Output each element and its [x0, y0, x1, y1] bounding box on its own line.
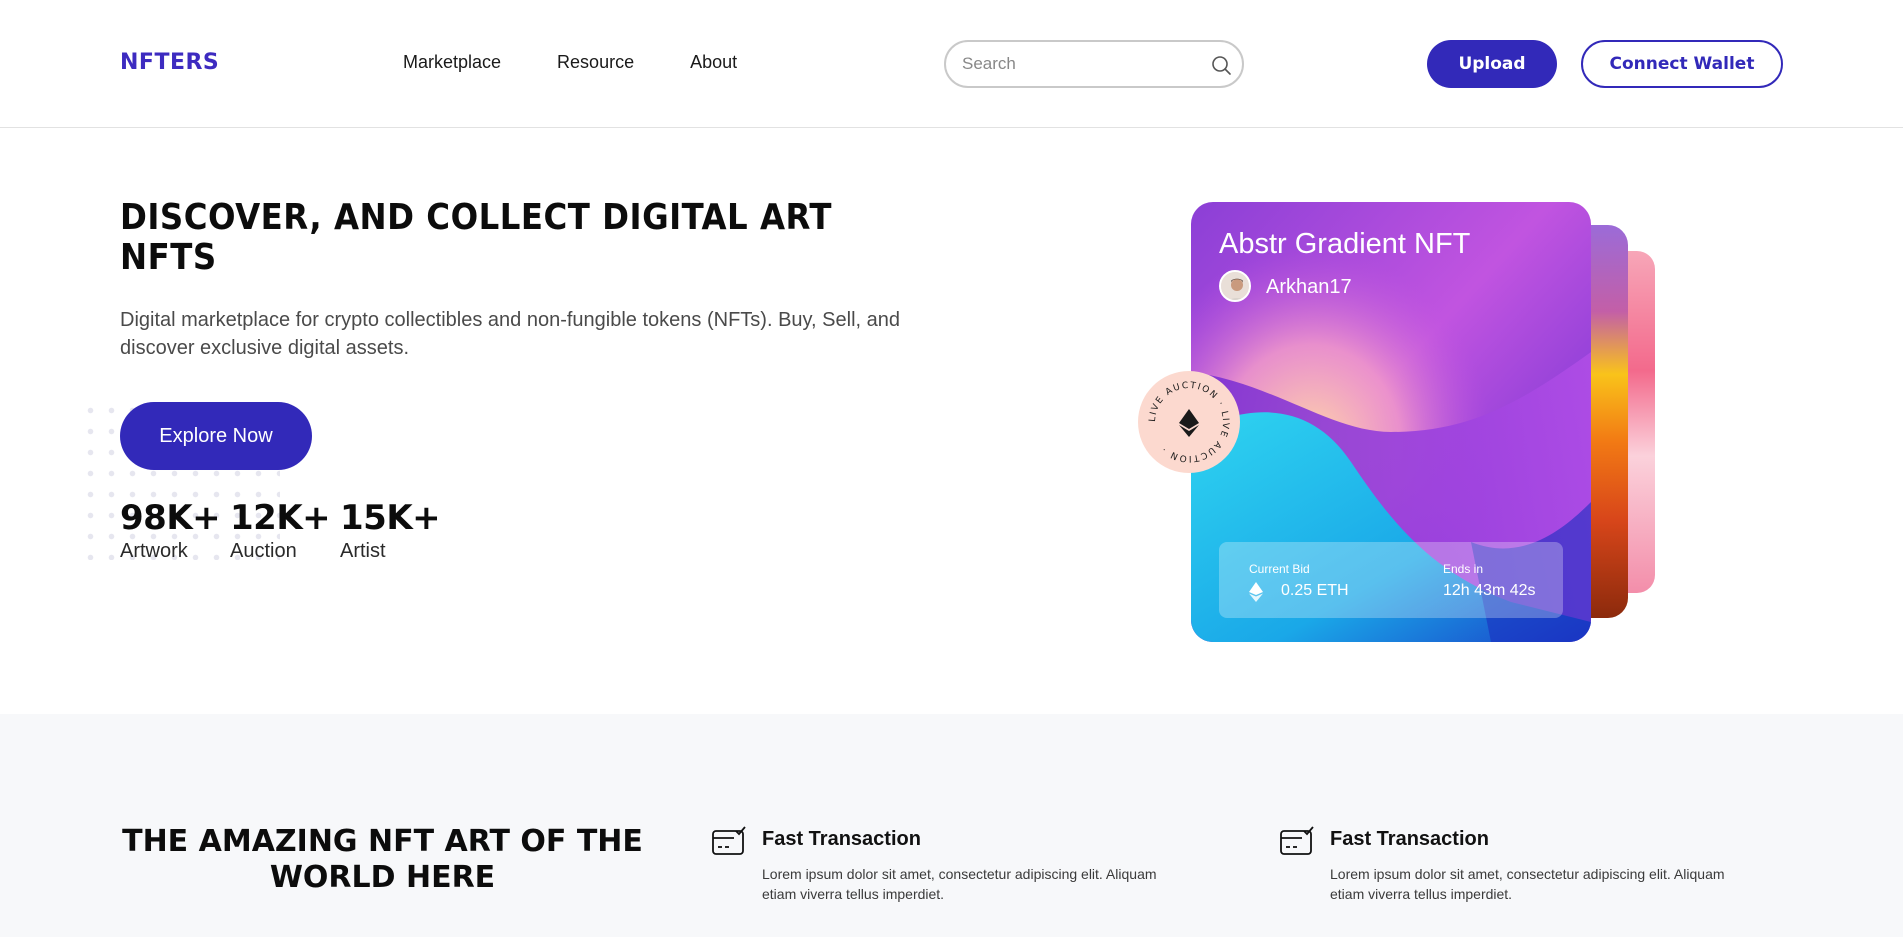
creator-name[interactable]: Arkhan17 — [1266, 276, 1352, 299]
stat-label: Artist — [340, 540, 386, 562]
feature-title: Fast Transaction — [762, 828, 921, 850]
ethereum-icon — [1249, 582, 1263, 602]
stat-artist: 15K+ Artist — [340, 498, 441, 563]
search-icon[interactable] — [1210, 54, 1232, 76]
card-check-icon — [1280, 826, 1314, 855]
current-bid-label: Current Bid — [1249, 562, 1310, 576]
upload-button[interactable]: Upload — [1427, 40, 1557, 88]
nav-marketplace[interactable]: Marketplace — [403, 52, 501, 73]
logo[interactable]: NFTERS — [120, 50, 219, 75]
features-section: THE AMAZING NFT ART OF THE WORLD HERE Fa… — [0, 714, 1903, 937]
live-auction-ring: LIVE AUCTION · LIVE AUCTION · — [1148, 381, 1229, 463]
main-nav: Marketplace Resource About — [403, 52, 737, 73]
nav-about[interactable]: About — [690, 52, 737, 73]
bid-panel: Current Bid 0.25 ETH Ends in 12h 43m 42s — [1219, 542, 1563, 618]
stat-value: 98K+ — [120, 498, 221, 538]
hero-subtitle: Digital marketplace for crypto collectib… — [120, 309, 900, 359]
feature-title: Fast Transaction — [1330, 828, 1489, 850]
section-title: THE AMAZING NFT ART OF THE WORLD HERE — [122, 824, 643, 895]
feature-description: Lorem ipsum dolor sit amet, consectetur … — [1330, 866, 1725, 902]
nav-resource[interactable]: Resource — [557, 52, 634, 73]
stat-value: 15K+ — [340, 498, 441, 538]
search-box — [944, 40, 1244, 88]
connect-wallet-button[interactable]: Connect Wallet — [1581, 40, 1783, 88]
nft-card-back-1[interactable] — [1585, 225, 1628, 618]
stat-artwork: 98K+ Artwork — [120, 498, 221, 563]
stat-label: Artwork — [120, 540, 188, 562]
search-input[interactable] — [962, 52, 1202, 76]
creator-avatar[interactable] — [1219, 270, 1251, 302]
stat-label: Auction — [230, 540, 297, 562]
ends-in-label: Ends in — [1443, 562, 1484, 576]
feature-description: Lorem ipsum dolor sit amet, consectetur … — [762, 866, 1157, 902]
current-bid-value: 0.25 ETH — [1281, 582, 1349, 599]
stat-auction: 12K+ Auction — [230, 498, 331, 563]
ethereum-icon — [1179, 409, 1199, 437]
site-header: NFTERS Marketplace Resource About Upload… — [0, 0, 1903, 128]
explore-now-button[interactable]: Explore Now — [120, 402, 312, 470]
live-auction-badge: LIVE AUCTION · LIVE AUCTION · — [1138, 371, 1240, 473]
stat-value: 12K+ — [230, 498, 331, 538]
nft-title: Abstr Gradient NFT — [1219, 228, 1471, 260]
ends-in-value: 12h 43m 42s — [1443, 582, 1536, 599]
hero-title: DISCOVER, AND COLLECT DIGITAL ART NFTS — [120, 197, 832, 278]
card-check-icon — [712, 826, 746, 855]
nft-card-featured[interactable]: Abstr Gradient NFT Arkhan17 Current Bid … — [1191, 202, 1591, 642]
